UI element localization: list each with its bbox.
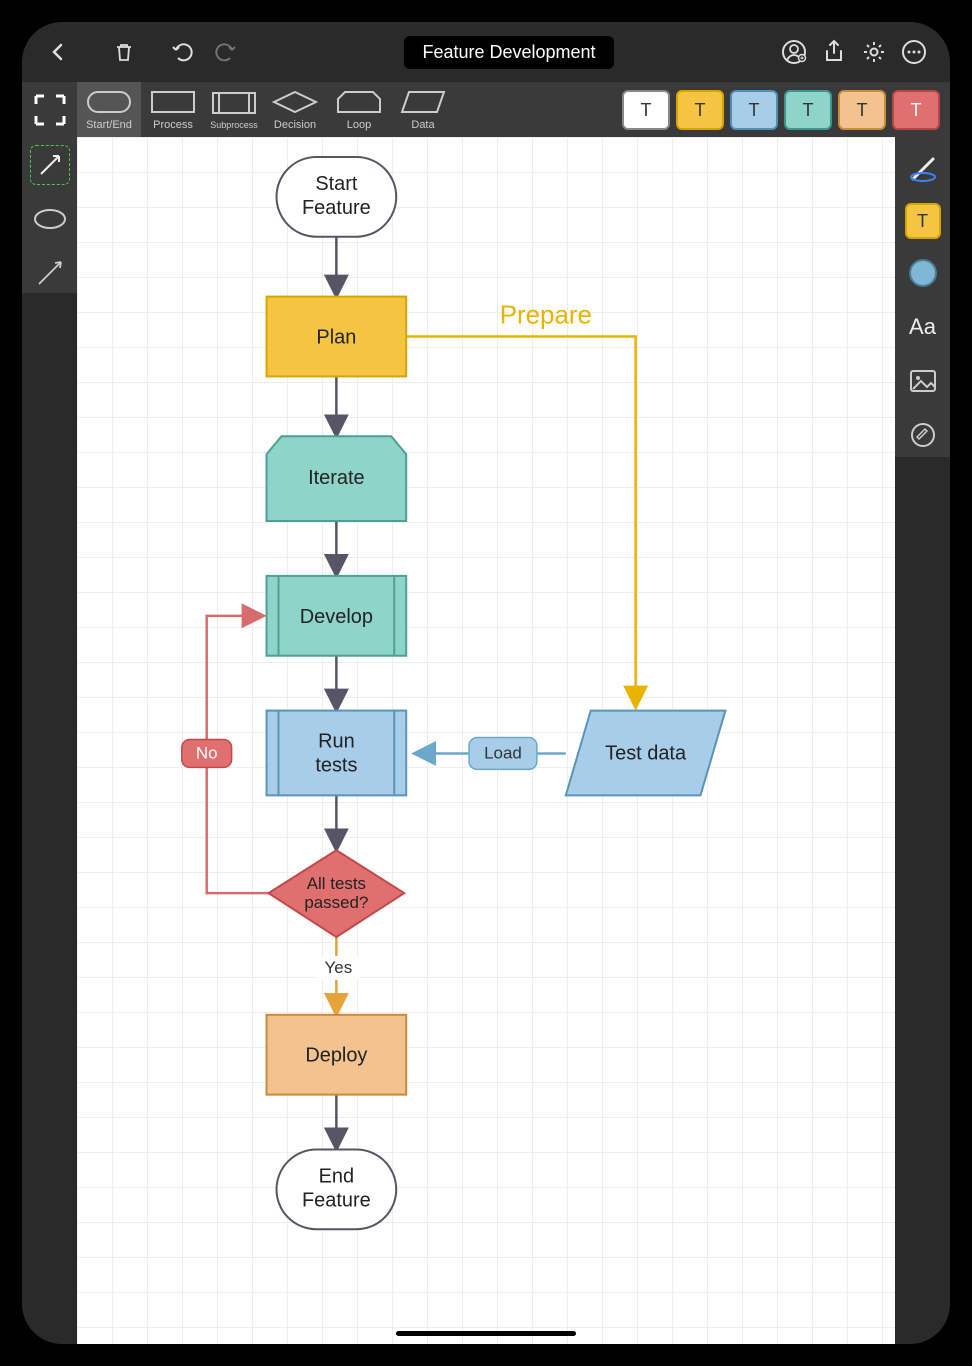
swatch-0[interactable]: T: [622, 90, 670, 130]
color-preview[interactable]: T: [905, 203, 941, 239]
svg-text:Test data: Test data: [605, 742, 687, 764]
edge-prepare[interactable]: [406, 337, 635, 706]
shape-toolbar: Start/End Process Subprocess Decision Lo…: [22, 82, 950, 137]
svg-text:Plan: Plan: [316, 326, 356, 348]
back-icon[interactable]: [42, 36, 74, 68]
select-arrow-tool[interactable]: [30, 145, 70, 185]
swatch-1[interactable]: T: [676, 90, 724, 130]
tool-label: Start/End: [86, 119, 132, 131]
svg-text:Start: Start: [315, 173, 358, 195]
label-yes: Yes: [325, 958, 353, 977]
label-load: Load: [484, 743, 522, 762]
svg-text:Run: Run: [318, 730, 355, 752]
svg-text:Feature: Feature: [302, 197, 371, 219]
tool-label: Decision: [274, 119, 316, 131]
oval-tool[interactable]: [30, 199, 70, 239]
gear-icon[interactable]: [858, 36, 890, 68]
svg-text:Deploy: Deploy: [305, 1045, 367, 1067]
tool-loop[interactable]: Loop: [327, 82, 391, 137]
share-icon[interactable]: [818, 36, 850, 68]
tool-select[interactable]: [22, 82, 77, 137]
swatch-4[interactable]: T: [838, 90, 886, 130]
svg-text:passed?: passed?: [304, 893, 368, 912]
svg-text:Iterate: Iterate: [308, 467, 365, 489]
circle-tool[interactable]: [903, 253, 943, 293]
canvas[interactable]: Prepare Load Yes Start Feature Plan Iter…: [77, 137, 895, 1344]
tool-startend[interactable]: Start/End: [77, 82, 141, 137]
tool-label: Subprocess: [210, 120, 258, 130]
text-tool[interactable]: Aa: [903, 307, 943, 347]
topbar: Feature Development: [22, 22, 950, 82]
label-no: No: [196, 743, 218, 762]
svg-text:tests: tests: [315, 754, 357, 776]
image-tool[interactable]: [903, 361, 943, 401]
undo-icon[interactable]: [168, 36, 200, 68]
swatch-2[interactable]: T: [730, 90, 778, 130]
home-indicator: [396, 1331, 576, 1336]
right-tools: T Aa: [895, 137, 950, 457]
tool-subprocess[interactable]: Subprocess: [205, 82, 263, 137]
svg-text:Develop: Develop: [300, 606, 373, 628]
tool-process[interactable]: Process: [141, 82, 205, 137]
svg-text:All tests: All tests: [307, 874, 366, 893]
label-prepare: Prepare: [500, 302, 592, 330]
document-title[interactable]: Feature Development: [404, 36, 613, 69]
node-runtests[interactable]: [267, 711, 407, 796]
tool-decision[interactable]: Decision: [263, 82, 327, 137]
more-icon[interactable]: [898, 36, 930, 68]
color-swatches: TTTTTT: [612, 82, 950, 137]
tool-label: Data: [411, 119, 434, 131]
trash-icon[interactable]: [108, 36, 140, 68]
svg-text:End: End: [319, 1165, 354, 1187]
pen-tool[interactable]: [903, 149, 943, 189]
tool-label: Loop: [347, 119, 371, 131]
swatch-3[interactable]: T: [784, 90, 832, 130]
tool-label: Process: [153, 119, 193, 131]
draw-tool[interactable]: [903, 415, 943, 455]
svg-text:Feature: Feature: [302, 1189, 371, 1211]
left-tools: [22, 137, 77, 293]
redo-icon[interactable]: [208, 36, 240, 68]
tool-data[interactable]: Data: [391, 82, 455, 137]
collaborator-icon[interactable]: [778, 36, 810, 68]
swatch-5[interactable]: T: [892, 90, 940, 130]
line-tool[interactable]: [30, 253, 70, 293]
